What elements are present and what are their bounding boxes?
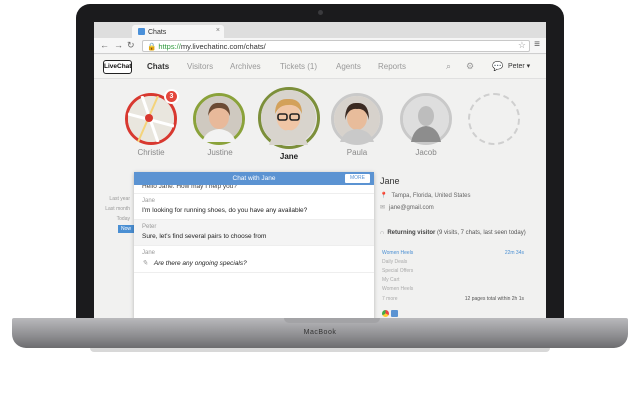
tab-strip: Chats × [94, 22, 546, 38]
tab-close-icon[interactable]: × [216, 27, 220, 34]
visitor-details: Jane 📍 Tampa, Florida, United States ✉ jan… [376, 172, 546, 318]
browser-tab[interactable]: Chats × [132, 25, 224, 38]
chat-window: Chat with Jane MORE Hello Jane. How may … [134, 172, 374, 318]
returning-info: (9 visits, 7 chats, last seen today) [437, 230, 526, 236]
visited-page[interactable]: My Cart [382, 277, 400, 283]
nav-reports[interactable]: Reports [378, 62, 406, 71]
bookmark-star-icon[interactable]: ☆ [518, 40, 526, 51]
more-button[interactable]: MORE [345, 174, 370, 183]
headset-icon: ∩ [380, 230, 385, 236]
email-text[interactable]: jane@gmail.com [389, 205, 434, 211]
face-avatar-icon [334, 96, 380, 142]
mail-icon: ✉ [380, 205, 386, 211]
favicon-icon [138, 28, 145, 35]
url-scheme: https:// [158, 42, 181, 51]
visited-page[interactable]: Women Heels [382, 286, 413, 292]
user-name: Peter [508, 63, 525, 70]
location-text: Tampa, Florida, United States [391, 193, 471, 199]
face-avatar-icon [261, 90, 316, 145]
visitor-avatar-justine[interactable] [193, 93, 245, 145]
returning-label: Returning visitor [387, 230, 436, 236]
lock-icon: 🔒 [147, 42, 157, 51]
visitor-name-jacob: Jacob [415, 148, 437, 157]
nav-tickets[interactable]: Tickets (1) [280, 62, 317, 71]
chat-message: Jane I'm looking for running shoes, do y… [134, 194, 374, 220]
visitor-name-paula: Paula [346, 148, 368, 157]
nav-agents[interactable]: Agents [336, 62, 361, 71]
app-navbar: LiveChat Chats Visitors Archives Tickets… [94, 55, 546, 79]
nav-archives[interactable]: Archives [230, 62, 261, 71]
time-now[interactable]: Now [117, 225, 134, 233]
chat-title: Chat with Jane [232, 175, 276, 182]
browser-icons [382, 310, 400, 318]
returning-visitor: ∩ Returning visitor (9 visits, 7 chats, l… [380, 230, 526, 236]
message-author: Jane [142, 198, 156, 204]
time-today[interactable]: Today [117, 216, 130, 222]
camera-dot [318, 10, 323, 15]
message-text: ✎ Are there any ongoing specials? [142, 259, 366, 267]
url-text: my.livechatinc.com/chats/ [180, 42, 266, 51]
message-text: I'm looking for running shoes, do you ha… [142, 207, 308, 214]
message-author: Jane [142, 250, 156, 256]
time-filter: Last year Last month Today Now [94, 190, 134, 270]
forward-icon[interactable]: → [114, 40, 123, 50]
os-icon [391, 310, 398, 317]
tab-title: Chats [148, 29, 167, 36]
chrome-icon [382, 310, 389, 317]
back-icon[interactable]: ← [100, 40, 109, 50]
visited-page[interactable]: Special Offers [382, 268, 413, 274]
menu-icon[interactable]: ≡ [534, 39, 540, 50]
visited-page[interactable]: Daily Deals [382, 259, 407, 265]
chat-header: Chat with Jane MORE [134, 172, 374, 185]
more-pages-link[interactable]: 7 more [382, 296, 398, 302]
unread-badge: 3 [164, 89, 179, 104]
reload-icon[interactable]: ↻ [127, 40, 135, 51]
pencil-icon: ✎ [142, 260, 148, 267]
visitor-avatar-paula[interactable] [331, 93, 383, 145]
visitor-email: ✉ jane@gmail.com [380, 204, 434, 211]
laptop-base: MacBook [12, 318, 628, 348]
face-avatar-icon [196, 96, 242, 142]
gear-icon[interactable]: ⚙ [466, 61, 474, 72]
laptop-brand: MacBook [303, 329, 337, 336]
chat-bubble-icon[interactable]: 💬 [492, 61, 503, 72]
chat-message: Peter Sure, let's find several pairs to … [134, 220, 374, 246]
laptop-mockup: Chats × ← → ↻ 🔒 https://my.livechatinc.co… [0, 0, 640, 400]
message-text: Sure, let's find several pairs to choose… [142, 233, 267, 240]
visitor-avatar-jane[interactable] [258, 87, 320, 149]
livechat-logo[interactable]: LiveChat [103, 60, 132, 74]
address-bar[interactable]: 🔒 https://my.livechatinc.com/chats/ [142, 40, 530, 52]
message-author: Peter [142, 224, 157, 230]
visitor-location: 📍 Tampa, Florida, United States [380, 192, 471, 199]
face-avatar-icon [403, 96, 449, 142]
message-text-content: Are there any ongoing specials? [153, 260, 247, 267]
laptop-notch [284, 318, 380, 323]
time-last-month[interactable]: Last month [105, 206, 130, 212]
visitor-avatar-jacob[interactable] [400, 93, 452, 145]
time-last-year[interactable]: Last year [109, 196, 130, 202]
visitor-name-jane: Jane [279, 152, 299, 161]
empty-visitor-slot [468, 93, 520, 145]
search-icon[interactable]: ⌕ [446, 61, 451, 72]
user-menu[interactable]: Peter ▾ [508, 62, 530, 70]
nav-visitors[interactable]: Visitors [187, 62, 213, 71]
laptop-foot [90, 348, 550, 352]
visited-page[interactable]: Women Heels [382, 250, 413, 256]
visitor-name-christie: Christie [137, 148, 165, 157]
chat-message-cut: Hello Jane. How may I help you? [134, 185, 374, 194]
visitor-name: Jane [380, 176, 400, 186]
browser-window: Chats × ← → ↻ 🔒 https://my.livechatinc.co… [94, 22, 546, 318]
nav-chats[interactable]: Chats [147, 62, 169, 71]
visitor-avatars: 3 Christie Justine Jane Paula Jacob [94, 79, 546, 187]
page-time: 22m 34s [504, 250, 524, 256]
pages-summary: 12 pages total within 2h 1s [464, 296, 524, 302]
location-pin-icon: 📍 [380, 193, 388, 199]
browser-toolbar: ← → ↻ 🔒 https://my.livechatinc.com/chats/… [94, 38, 546, 54]
visitor-name-justine: Justine [207, 148, 233, 157]
chat-message: Jane ✎ Are there any ongoing specials? [134, 246, 374, 273]
